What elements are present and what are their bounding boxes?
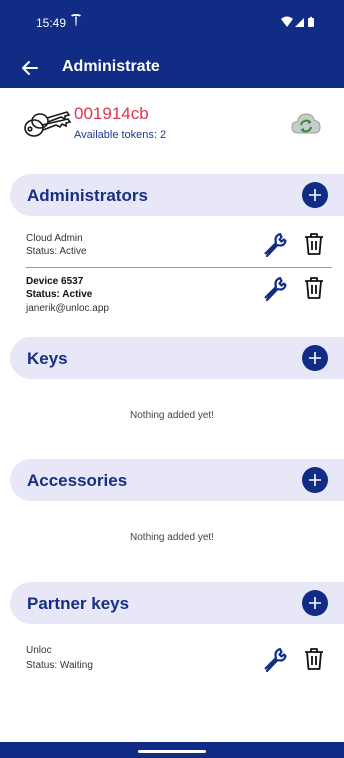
administrator-status: Status: Active [26,246,87,257]
wrench-icon[interactable] [262,275,288,301]
section-title-accessories: Accessories [27,471,128,490]
section-accessories: Accessories [10,459,344,501]
trash-icon[interactable] [302,275,326,301]
partner-key-name: Unloc [26,645,52,656]
system-status-icons [281,16,314,27]
tesla-icon [71,14,81,26]
wifi-icon [281,16,293,27]
wrench-icon[interactable] [262,231,288,257]
trash-icon[interactable] [302,231,326,257]
administrator-name: Cloud Admin [26,233,83,244]
device-id: 001914cb [74,104,149,123]
plus-icon [309,352,321,364]
accessories-empty-message: Nothing added yet! [130,532,214,543]
device-header: 001914cb Available tokens: 2 [0,88,344,168]
battery-icon [308,18,314,27]
available-tokens: Available tokens: 2 [74,129,166,141]
section-partner-keys: Partner keys [10,582,344,624]
add-administrator-button[interactable] [302,182,328,208]
arrow-left-icon[interactable] [18,56,42,80]
section-title-partner-keys: Partner keys [27,594,130,613]
keys-empty-message: Nothing added yet! [130,410,214,421]
add-partner-key-button[interactable] [302,590,328,616]
system-nav-bar [0,742,344,758]
status-time: 15:49 [36,16,67,30]
section-title-keys: Keys [27,349,68,368]
administrator-email: janerik@unloc.app [26,303,109,314]
tokens-value: 2 [160,129,167,141]
add-key-button[interactable] [302,345,328,371]
keys-icon [24,111,72,137]
administrator-status: Status: Active [26,289,93,300]
status-bar: 15:49 [0,0,344,48]
partner-key-status: Status: Waiting [26,660,93,671]
signal-icon [295,18,304,27]
wrench-icon[interactable] [262,646,288,672]
tokens-label: Available tokens: [74,129,157,141]
plus-icon [309,474,321,486]
section-administrators: Administrators [10,174,344,216]
plus-icon [309,189,321,201]
add-accessory-button[interactable] [302,467,328,493]
administrator-name: Device 6537 [26,276,84,287]
section-keys: Keys [10,337,344,379]
home-gesture-handle[interactable] [138,750,206,753]
page-title: Administrate [62,58,160,75]
row-divider [26,267,332,268]
app-bar: Administrate [0,48,344,88]
trash-icon[interactable] [302,646,326,672]
cloud-sync-icon[interactable] [290,108,322,140]
plus-icon [309,597,321,609]
section-title-administrators: Administrators [27,186,148,205]
